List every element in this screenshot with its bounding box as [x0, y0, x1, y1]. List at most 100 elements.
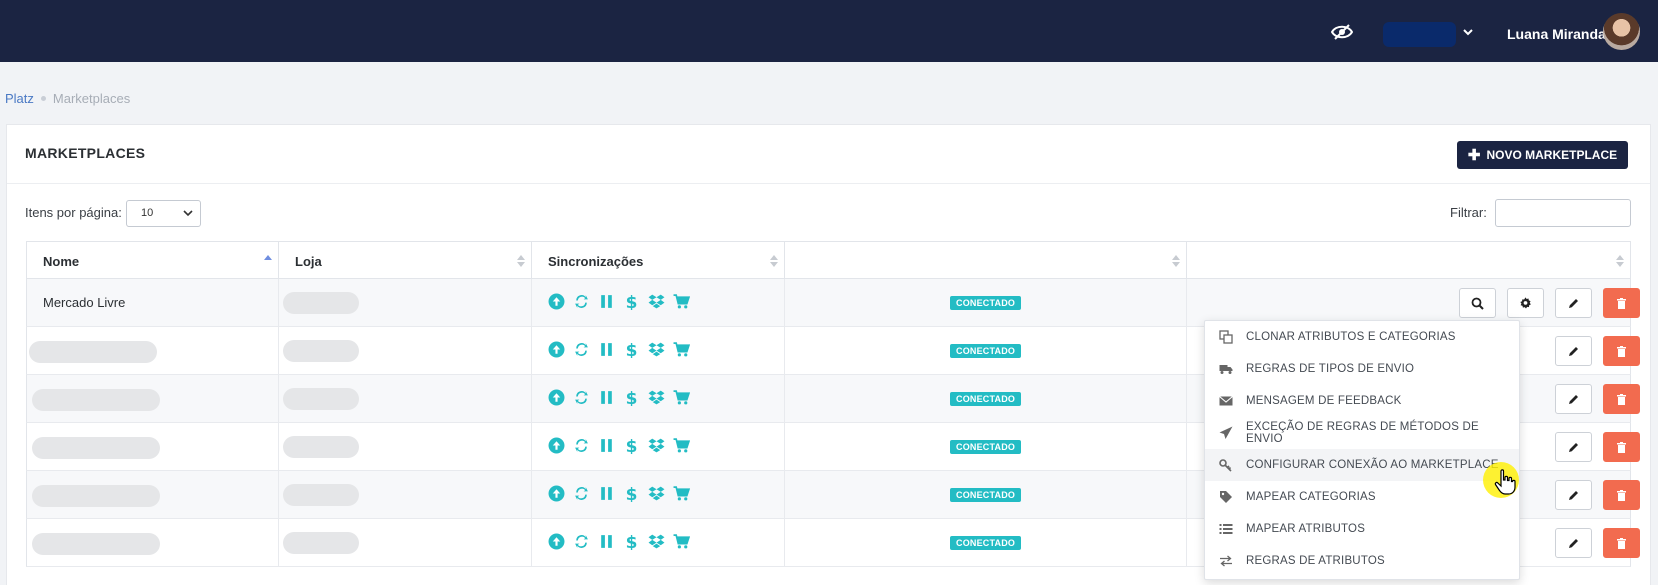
arrow-up-circle-icon[interactable] [548, 485, 565, 507]
menu-item-mapear-atributos[interactable]: MAPEAR ATRIBUTOS [1205, 513, 1519, 545]
edit-button[interactable] [1555, 336, 1592, 366]
delete-button[interactable] [1603, 336, 1640, 366]
menu-item-mapear-categorias[interactable]: MAPEAR CATEGORIAS [1205, 481, 1519, 513]
sync-icon[interactable] [573, 533, 590, 555]
new-marketplace-button[interactable]: ✚ NOVO MARKETPLACE [1457, 141, 1628, 169]
dollar-icon[interactable]: $ [623, 485, 640, 507]
dropbox-icon[interactable] [648, 533, 665, 555]
cart-icon[interactable] [673, 293, 691, 315]
dropbox-icon[interactable] [648, 293, 665, 315]
cell-sync: $ [532, 423, 785, 471]
user-name[interactable]: Luana Miranda [1507, 26, 1606, 42]
dollar-icon[interactable]: $ [623, 293, 640, 315]
arrow-up-circle-icon[interactable] [548, 437, 565, 459]
cell-status: CONECTADO [785, 375, 1187, 423]
page-title: MARKETPLACES [25, 145, 146, 161]
column-header-loja[interactable]: Loja [279, 242, 532, 280]
cell-status: CONECTADO [785, 279, 1187, 327]
edit-button[interactable] [1555, 432, 1592, 462]
edit-button[interactable] [1555, 528, 1592, 558]
pause-icon[interactable] [598, 293, 615, 315]
sync-icon[interactable] [573, 341, 590, 363]
settings-button[interactable] [1507, 288, 1544, 318]
menu-item-regras-de-tipos-de-envio[interactable]: REGRAS DE TIPOS DE ENVIO [1205, 353, 1519, 385]
pause-icon[interactable] [598, 341, 615, 363]
column-header-actions[interactable] [1187, 242, 1630, 280]
cart-icon[interactable] [673, 533, 691, 555]
menu-item-regras-de-atributos[interactable]: REGRAS DE ATRIBUTOS [1205, 545, 1519, 577]
sync-icon[interactable] [573, 437, 590, 459]
cell-status: CONECTADO [785, 519, 1187, 567]
breadcrumb-separator [40, 96, 46, 101]
dollar-icon[interactable]: $ [623, 533, 640, 555]
breadcrumb-root-link[interactable]: Platz [5, 91, 34, 106]
cell-loja [279, 279, 532, 327]
dollar-icon[interactable]: $ [623, 341, 640, 363]
trash-icon [1617, 393, 1626, 405]
cart-icon[interactable] [673, 341, 691, 363]
menu-item-configurar-conexao-ao-marketplace[interactable]: CONFIGURAR CONEXÃO AO MARKETPLACE [1205, 449, 1519, 481]
delete-button[interactable] [1603, 432, 1640, 462]
arrow-up-circle-icon[interactable] [548, 293, 565, 315]
redacted-name [32, 485, 160, 507]
cell-sync: $ [532, 279, 785, 327]
edit-button[interactable] [1555, 288, 1592, 318]
dropbox-icon[interactable] [648, 341, 665, 363]
list-icon [1219, 522, 1233, 536]
dropbox-icon[interactable] [648, 437, 665, 459]
cart-icon[interactable] [673, 485, 691, 507]
redacted-name [29, 341, 157, 363]
dollar-icon[interactable]: $ [623, 389, 640, 411]
column-header-status[interactable] [785, 242, 1187, 280]
delete-button[interactable] [1603, 480, 1640, 510]
marketplace-name: Mercado Livre [43, 295, 126, 310]
arrow-up-circle-icon[interactable] [548, 533, 565, 555]
cell-loja [279, 471, 532, 519]
avatar[interactable] [1603, 13, 1640, 50]
eye-slash-icon[interactable] [1331, 24, 1353, 40]
edit-button[interactable] [1555, 384, 1592, 414]
chevron-down-icon[interactable] [1461, 25, 1475, 39]
column-header-nome[interactable]: Nome [27, 242, 279, 280]
filter-input[interactable] [1495, 199, 1631, 227]
delete-button[interactable] [1603, 288, 1640, 318]
edit-button[interactable] [1555, 480, 1592, 510]
redacted-store [283, 292, 359, 314]
svg-text:$: $ [626, 485, 638, 502]
pause-icon[interactable] [598, 485, 615, 507]
sync-icon[interactable] [573, 293, 590, 315]
cell-sync: $ [532, 471, 785, 519]
pause-icon[interactable] [598, 533, 615, 555]
menu-item-label: REGRAS DE TIPOS DE ENVIO [1246, 363, 1415, 375]
sync-icon[interactable] [573, 389, 590, 411]
store-selector[interactable] [1383, 22, 1456, 47]
column-header-sincronizacoes[interactable]: Sincronizações [532, 242, 785, 280]
sync-icon[interactable] [573, 485, 590, 507]
menu-item-mensagem-de-feedback[interactable]: MENSAGEM DE FEEDBACK [1205, 385, 1519, 417]
items-per-page-select[interactable]: 10 [126, 200, 201, 227]
arrow-up-circle-icon[interactable] [548, 341, 565, 363]
dropbox-icon[interactable] [648, 389, 665, 411]
dropbox-icon[interactable] [648, 485, 665, 507]
status-badge: CONECTADO [950, 536, 1022, 550]
sort-icon [1616, 255, 1624, 267]
pencil-icon [1569, 442, 1578, 452]
top-navbar: Luana Miranda [0, 0, 1658, 62]
cart-icon[interactable] [673, 437, 691, 459]
cell-sync: $ [532, 519, 785, 567]
arrow-up-circle-icon[interactable] [548, 389, 565, 411]
menu-item-label: MAPEAR CATEGORIAS [1246, 491, 1376, 503]
pause-icon[interactable] [598, 389, 615, 411]
items-per-page-value: 10 [141, 207, 154, 219]
menu-item-excecao-de-regras-de-metodos-de-envio[interactable]: EXCEÇÃO DE REGRAS DE MÉTODOS DE ENVIO [1205, 417, 1519, 449]
dollar-icon[interactable]: $ [623, 437, 640, 459]
menu-item-clonar-atributos-e-categorias[interactable]: CLONAR ATRIBUTOS E CATEGORIAS [1205, 321, 1519, 353]
view-button[interactable] [1459, 288, 1496, 318]
menu-item-label: MAPEAR ATRIBUTOS [1246, 523, 1366, 535]
cart-icon[interactable] [673, 389, 691, 411]
filter-label: Filtrar: [1450, 205, 1487, 220]
delete-button[interactable] [1603, 384, 1640, 414]
sort-icon [770, 255, 778, 267]
pause-icon[interactable] [598, 437, 615, 459]
delete-button[interactable] [1603, 528, 1640, 558]
